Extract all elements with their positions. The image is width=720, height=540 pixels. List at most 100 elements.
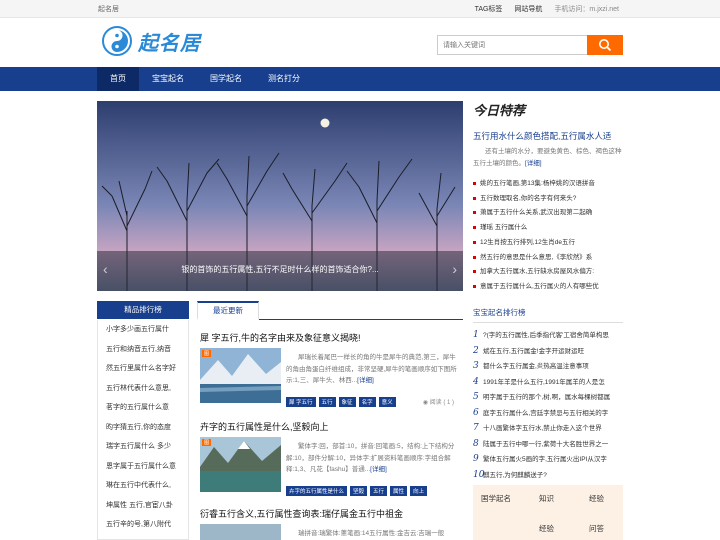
article-more-link[interactable]: [详细] bbox=[370, 466, 387, 473]
rank-number: 10 bbox=[473, 469, 485, 480]
today-list: 姚的五行笔画,第13集:杨梓姚的汉语拼音 五行数理取名,你的名字有何来头? 萧属于五… bbox=[473, 177, 623, 295]
article-tag[interactable]: 属性 bbox=[390, 486, 408, 496]
article-tag[interactable]: 象征 bbox=[338, 397, 356, 407]
today-list-item[interactable]: 意属于五行属什么,五行属火的人有哪些优 bbox=[473, 280, 623, 295]
rank-number: 5 bbox=[473, 392, 479, 402]
ranking-list-item[interactable]: 10麒五行,为何麒麟送子? bbox=[473, 468, 623, 484]
left-list-item[interactable]: 琳在五行中代表什么, bbox=[106, 476, 188, 496]
logo[interactable]: 起名居 bbox=[102, 26, 201, 56]
left-list-item[interactable]: 茗字的五行属什么意 bbox=[106, 398, 188, 418]
ranking-list-item[interactable]: 1 ?(字的五行属性,后季指代客'工宿舍简单构思 bbox=[473, 328, 623, 344]
site-nav-link[interactable]: 网站导航 bbox=[514, 4, 542, 14]
article-tag[interactable]: 五行 bbox=[370, 486, 388, 496]
left-list-item[interactable]: 五行辛的号,第八附代 bbox=[106, 515, 188, 535]
tag-link[interactable]: TAG标签 bbox=[475, 4, 503, 14]
nav-name-score[interactable]: 测名打分 bbox=[255, 67, 313, 91]
article-tag[interactable]: 名字 bbox=[358, 397, 376, 407]
ranking-list-item[interactable]: 2 斌在五行,五行属金!金字开运财运旺 bbox=[473, 344, 623, 360]
today-more-link[interactable]: [详细] bbox=[525, 160, 542, 167]
nav-classic-naming[interactable]: 国学起名 bbox=[197, 67, 255, 91]
image-flag: 图 bbox=[202, 439, 212, 446]
rank-text: 都什么字五行属金,炎热高温注意事项 bbox=[483, 363, 589, 370]
today-list-item[interactable]: 然五行的意思是什么意思,《李欣然》系 bbox=[473, 251, 623, 266]
article-tag[interactable]: 五行 bbox=[318, 397, 336, 407]
ranking-list-item[interactable]: 4 1991年羊是什么五行,1991年属羊的人是怎 bbox=[473, 375, 623, 391]
today-list-item[interactable]: 加拿大五行属水,五行缺水房屋风水偏方: bbox=[473, 265, 623, 280]
nav-baby-naming[interactable]: 宝宝起名 bbox=[139, 67, 197, 91]
tag-item[interactable]: 国学起名 bbox=[481, 493, 511, 504]
left-list-item[interactable]: 五行和纳音五行,纳音 bbox=[106, 340, 188, 360]
top-links: TAG标签 网站导航 手机访问：m.jxzi.net bbox=[475, 4, 619, 14]
left-list-item[interactable]: 然五行里属什么名字好 bbox=[106, 359, 188, 379]
left-list-item[interactable]: 五行火的行业有哪些 bbox=[106, 535, 188, 540]
article-tag[interactable]: 坚毅 bbox=[350, 486, 368, 496]
banner-slider[interactable]: ‹ › 银的首饰的五行属性,五行不足时什么样的首饰适合你?... bbox=[97, 101, 463, 291]
left-ranking-title: 精品排行榜 bbox=[97, 301, 189, 319]
left-list-item[interactable]: 恩字属于五行属什么意 bbox=[106, 457, 188, 477]
today-list-item[interactable]: 瑾瑶 五行属什么 bbox=[473, 221, 623, 236]
article-image bbox=[200, 524, 281, 540]
banner-caption[interactable]: 银的首饰的五行属性,五行不足时什么样的首饰适合你?... bbox=[97, 264, 463, 275]
left-list-item[interactable]: 坤属性 五行,官宦八卦 bbox=[106, 496, 188, 516]
top-bar: 起名居 TAG标签 网站导航 手机访问：m.jxzi.net bbox=[0, 0, 720, 18]
rank-text: 庭字五行属什么,宫廷字禁忌与五行相关的字 bbox=[483, 409, 609, 417]
today-list-item[interactable]: 姚的五行笔画,第13集:杨梓姚的汉语拼音 bbox=[473, 177, 623, 192]
today-headline[interactable]: 五行用水什么颜色搭配,五行属水人适 bbox=[473, 130, 623, 142]
left-list-item[interactable]: 小字多少画五行属什 bbox=[106, 320, 188, 340]
left-list-item[interactable]: 瑞字五行属什么 多少 bbox=[106, 437, 188, 457]
nav-home[interactable]: 首页 bbox=[97, 67, 139, 91]
article-tags: 卉字的五行属性是什么 坚毅 五行 属性 向上 bbox=[286, 486, 428, 496]
article-more-link[interactable]: [详细] bbox=[357, 377, 374, 384]
today-list-item[interactable]: 五行数理取名,你的名字有何来头? bbox=[473, 192, 623, 207]
today-summary: 还有土壤的水分，要避免黄色、棕色、褐色这种五行土壤的颜色。[详细] bbox=[473, 148, 622, 167]
article-tag[interactable]: 向上 bbox=[410, 486, 428, 496]
tab-recent-updates[interactable]: 最近更新 bbox=[197, 301, 259, 320]
tag-item[interactable]: 问答 bbox=[589, 523, 604, 534]
logo-text: 起名居 bbox=[138, 32, 201, 55]
article-title[interactable]: 衍睿五行含义,五行属性查询表:瑞仔属金五行中祖金 bbox=[200, 507, 462, 520]
article-tag[interactable]: 意义 bbox=[378, 397, 396, 407]
article-thumbnail[interactable]: 图 bbox=[200, 437, 281, 492]
tag-item[interactable]: 经验 bbox=[589, 493, 604, 504]
image-flag: 图 bbox=[202, 350, 212, 357]
ranking-list-item[interactable]: 9 繁体五行属火5画的字,五行属火出IPI从汉字 bbox=[473, 452, 623, 468]
rank-text: 繁体五行属火5画的字,五行属火出IPI从汉字 bbox=[483, 456, 607, 463]
rank-text: ?(字的五行属性,后季指代客'工宿舍简单构思 bbox=[483, 332, 609, 339]
ranking-list-item[interactable]: 8 陆属于五行中哪一行,紫荷十大名胜世界之一 bbox=[473, 437, 623, 453]
rank-text: 麒五行,为何麒麟送子? bbox=[483, 471, 547, 479]
article-item: 衍睿五行含义,五行属性查询表:瑞仔属金五行中祖金 瑞拼音:瑞繁体:蔥笔画:14五… bbox=[200, 507, 462, 540]
article-tags: 犀 字五行 五行 象征 名字 意义 bbox=[286, 397, 396, 407]
lake-mountain-image bbox=[200, 348, 281, 403]
rank-text: 陆属于五行中哪一行,紫荷十大名胜世界之一 bbox=[483, 440, 609, 448]
ranking-list-item[interactable]: 5 明字属于五行的那个,树,啊，属水每棵树都属 bbox=[473, 390, 623, 406]
ranking-list-item[interactable]: 7 十八画繁体字五行水,禁止你走入这个世界 bbox=[473, 421, 623, 437]
ranking-title: 宝宝起名排行榜 bbox=[473, 303, 623, 323]
left-ranking-list: 小字多少画五行属什 五行和纳音五行,纳音 然五行里属什么名字好 五行林代表什么意思, 茗… bbox=[97, 320, 189, 540]
top-site-name[interactable]: 起名居 bbox=[98, 4, 119, 14]
article-thumbnail[interactable]: 图 bbox=[200, 348, 281, 403]
ranking-list-item[interactable]: 6 庭字五行属什么,宫廷字禁忌与五行相关的字 bbox=[473, 406, 623, 422]
today-list-item[interactable]: 萧属于五行什么关系,武汉出现第二起确 bbox=[473, 206, 623, 221]
article-title[interactable]: 卉字的五行属性是什么,坚毅向上 bbox=[200, 420, 462, 433]
main-nav: 首页 宝宝起名 国学起名 测名打分 bbox=[0, 67, 720, 91]
today-badge: 今日特荐 bbox=[473, 103, 526, 118]
ranking-list-item[interactable]: 3 都什么字五行属金,炎热高温注意事项 bbox=[473, 359, 623, 375]
rank-text: 斌在五行,五行属金!金字开运财运旺 bbox=[483, 347, 585, 355]
mobile-link[interactable]: 手机访问：m.jxzi.net bbox=[554, 4, 619, 14]
article-tag[interactable]: 犀 字五行 bbox=[286, 397, 316, 407]
rank-text: 十八画繁体字五行水,禁止你走入这个世界 bbox=[483, 425, 602, 432]
tag-item[interactable]: 知识 bbox=[539, 493, 554, 504]
search-button[interactable] bbox=[587, 35, 623, 55]
today-list-item[interactable]: 12生肖按五行排列,12生肖de五行 bbox=[473, 236, 623, 251]
article-desc: 瑞拼音:瑞繁体:蔥笔画:14五行属性:金吉云:吉瑞一般 bbox=[298, 530, 445, 537]
search-input[interactable] bbox=[437, 35, 587, 55]
left-list-item[interactable]: 五行林代表什么意思, bbox=[106, 379, 188, 399]
article-thumbnail[interactable] bbox=[200, 524, 281, 540]
article-title[interactable]: 犀 字五行,牛的名字由来及象征意义揭晓! bbox=[200, 331, 462, 344]
left-list-item[interactable]: 昀字猜五行,你的态度 bbox=[106, 418, 188, 438]
article-item: 卉字的五行属性是什么,坚毅向上 图 繁体字:回，部首:10，拼音:回笔画:5，结… bbox=[200, 420, 462, 500]
tag-item[interactable]: 经验 bbox=[539, 523, 554, 534]
article-tag[interactable]: 卉字的五行属性是什么 bbox=[286, 486, 348, 496]
today-recommend: 今日特荐 五行用水什么颜色搭配,五行属水人适 还有土壤的水分，要避免黄色、棕色、… bbox=[473, 100, 623, 295]
article-desc: 犀瑞长着尾巴一样长的角的牛是犀牛的典范,第三，犀牛的角由角蛋白纤维组成，非常坚硬… bbox=[286, 354, 457, 384]
